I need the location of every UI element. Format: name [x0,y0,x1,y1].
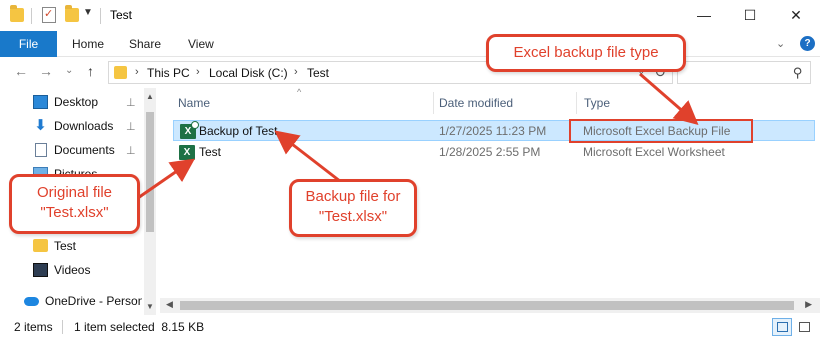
file-date-modified: 1/27/2025 11:23 PM [439,124,547,138]
scroll-left-icon[interactable]: ◀ [166,299,173,310]
search-icon[interactable]: ⚲ [793,65,803,81]
scroll-down-icon[interactable]: ▼ [144,302,156,311]
column-header-type[interactable]: Type [584,96,610,110]
help-icon[interactable]: ? [800,36,815,51]
forward-button[interactable]: → [39,63,53,79]
properties-icon[interactable] [42,7,56,23]
file-type: Microsoft Excel Worksheet [583,145,725,159]
tab-share[interactable]: Share [129,31,161,57]
tab-view[interactable]: View [188,31,214,57]
scroll-right-icon[interactable]: ▶ [805,299,812,310]
callout-backup-file: Backup file for "Test.xlsx" [289,179,417,237]
column-divider[interactable] [433,92,434,114]
ribbon-tabs: File Home Share View ⌄ ? [0,31,820,57]
folder-icon [33,239,48,252]
back-button[interactable]: ← [14,63,28,79]
title-bar: ▼ Test — ☐ ✕ [0,0,820,31]
breadcrumb-local-disk[interactable]: Local Disk (C:) [209,66,288,80]
search-input[interactable]: ⚲ [677,61,811,84]
type-highlight-box [569,119,753,143]
minimize-button[interactable]: — [681,0,727,31]
column-header-name[interactable]: Name [178,96,210,110]
file-name: Backup of Test [199,124,278,138]
file-date-modified: 1/28/2025 2:55 PM [439,145,541,159]
download-arrow-icon: ⬇ [34,117,47,134]
breadcrumb-chevron[interactable]: › [135,66,139,78]
new-folder-icon[interactable] [65,5,79,22]
quick-access-separator [31,8,32,24]
pin-icon[interactable]: ⊥ [126,120,136,133]
tab-home[interactable]: Home [72,31,104,57]
file-row-test[interactable]: X Test 1/28/2025 2:55 PM Microsoft Excel… [173,142,815,163]
quick-access-dropdown-icon[interactable]: ▼ [83,7,93,18]
horizontal-scrollbar[interactable]: ◀ ▶ [160,298,820,313]
nav-scrollbar[interactable]: ▲ ▼ [144,88,156,315]
excel-icon: X [179,145,195,160]
excel-backup-icon: X [180,121,199,139]
large-icons-view-icon [799,322,810,332]
title-separator [100,8,101,24]
status-item-count: 2 items [14,320,53,334]
file-name: Test [199,145,222,159]
documents-icon [35,143,47,157]
details-view-icon [777,322,788,332]
window-title: Test [110,8,133,22]
pin-icon[interactable]: ⊥ [126,96,136,109]
breadcrumb-chevron[interactable]: › [294,66,298,78]
maximize-button[interactable]: ☐ [727,0,773,31]
status-bar: 2 items 1 item selected 8.15 KB [0,315,820,339]
horizontal-scrollbar-thumb[interactable] [180,301,794,310]
column-divider[interactable] [576,92,577,114]
column-header-date-modified[interactable]: Date modified [439,96,513,110]
nav-scrollbar-thumb[interactable] [146,112,154,232]
breadcrumb-this-pc[interactable]: This PC [147,66,190,80]
status-divider [62,320,63,334]
sort-ascending-icon: ^ [297,87,302,97]
navigation-row: ← → ⌄ ↑ › This PC › Local Disk (C:) › Te… [0,57,820,88]
tab-file[interactable]: File [0,31,57,57]
folder-icon [10,5,24,22]
recent-locations-button[interactable]: ⌄ [65,65,73,76]
up-button[interactable]: ↑ [87,63,94,79]
breadcrumb-chevron[interactable]: › [196,66,200,78]
desktop-icon [33,95,48,109]
nav-item-onedrive[interactable]: OneDrive - Person [24,291,142,311]
callout-original-file: Original file "Test.xlsx" [9,174,140,234]
onedrive-cloud-icon [24,297,39,306]
ribbon-expand-icon[interactable]: ⌄ [776,37,785,50]
status-selection: 1 item selected 8.15 KB [74,320,205,334]
details-view-button[interactable] [772,318,792,336]
scroll-up-icon[interactable]: ▲ [144,92,156,101]
folder-icon [114,66,127,79]
large-icons-view-button[interactable] [794,318,814,336]
videos-icon [33,263,48,277]
close-button[interactable]: ✕ [773,0,819,31]
callout-excel-backup-type: Excel backup file type [486,34,686,72]
pin-icon[interactable]: ⊥ [126,144,136,157]
breadcrumb-test[interactable]: Test [307,66,329,80]
